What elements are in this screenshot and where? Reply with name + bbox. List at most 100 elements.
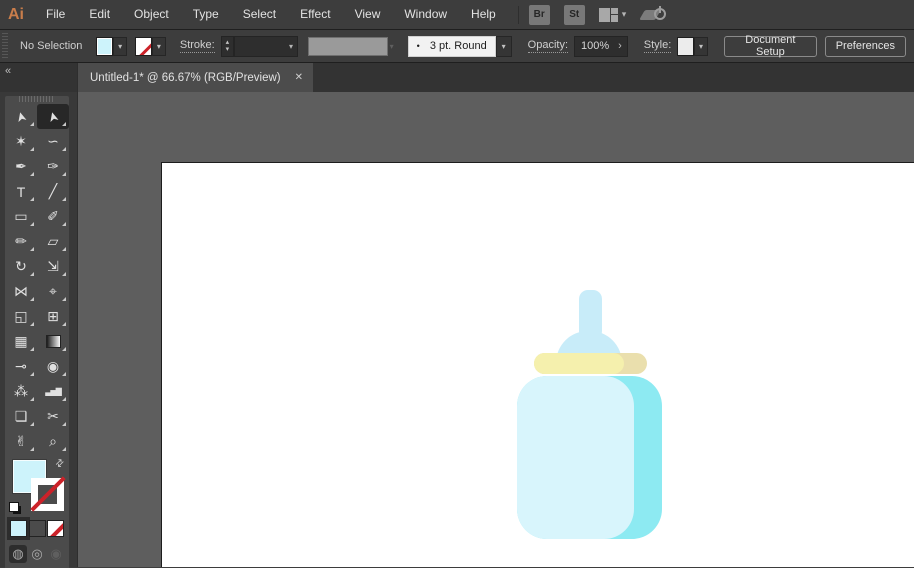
blend-tool[interactable]: ◉ [37,354,69,379]
artboard-tool[interactable]: ❏ [5,404,37,429]
stroke-indicator[interactable] [31,478,64,511]
panel-drag-grip[interactable] [19,96,55,102]
close-icon[interactable]: ✕ [295,72,303,83]
stroke-color-swatch[interactable] [135,36,152,56]
preferences-button[interactable]: Preferences [824,35,906,57]
chevron-down-icon: ▾ [698,41,703,51]
style-dropdown[interactable]: ▾ [693,36,709,56]
paintbrush-tool-icon: ✐ [47,208,59,224]
stroke-color-dropdown[interactable]: ▾ [151,36,166,56]
gradient-tool[interactable] [37,329,69,354]
menu-item-file[interactable]: File [34,0,77,29]
fill-color-dropdown[interactable]: ▾ [113,36,128,56]
mesh-tool[interactable]: ▦ [5,329,37,354]
stepper-down-icon[interactable]: ▾ [226,46,230,53]
symbol-sprayer-tool-icon: ⁂ [14,383,28,399]
stock-button[interactable]: St [563,4,585,25]
menu-item-select[interactable]: Select [231,0,288,29]
menu-item-object[interactable]: Object [122,0,181,29]
blend-tool-icon: ◉ [46,358,60,374]
scale-tool-icon: ⇲ [47,258,59,274]
tools-dock: « ➤ ➤ ✶ ∽ ✒ ✑ T ╱ ▭ ✐ ✏ ▱ ↻ ⇲ ⋈ ⌖ ◱ ⊞ ▦ ⊸ ◉ ⁂ ▃▅▇ ❏ ✂ ✌ ⌕ ⇄ ◍ ◎ ◉ [0,63,78,568]
workspace-switcher[interactable]: ▾ [598,7,626,22]
scale-tool[interactable]: ⇲ [37,254,69,279]
opacity-label[interactable]: Opacity: [527,39,569,53]
zoom-tool-icon: ⌕ [49,433,57,449]
mesh-tool-icon: ▦ [14,333,28,349]
sync-status-icon[interactable] [639,5,668,24]
selection-tool[interactable]: ➤ [37,104,69,129]
bridge-button[interactable]: Br [528,4,550,25]
gradient-button[interactable] [28,520,46,537]
opacity-field[interactable]: 100% › [574,35,628,57]
collapse-panel-button[interactable]: « [0,63,77,92]
type-tool-icon: T [16,183,26,200]
gradient-tool-icon [45,335,61,348]
rotate-tool[interactable]: ↻ [5,254,37,279]
shape-builder-tool[interactable]: ◱ [5,304,37,329]
menu-item-help[interactable]: Help [459,0,508,29]
none-button[interactable] [47,520,64,537]
draw-normal-mode-icon: ◍ [12,546,24,561]
pencil-tool[interactable]: ✏ [5,229,37,254]
document-setup-button[interactable]: Document Setup [724,34,817,58]
direct-selection-tool[interactable]: ➤ [5,104,37,129]
chevron-down-icon: ▾ [289,41,294,51]
color-button[interactable] [7,517,30,540]
symbol-sprayer-tool[interactable]: ⁂ [5,379,37,404]
document-tab[interactable]: Untitled-1* @ 66.67% (RGB/Preview) ✕ [78,63,314,92]
rotate-tool-icon: ↻ [15,258,27,274]
menu-items: File Edit Object Type Select Effect View Window… [34,0,508,29]
draw-normal-mode[interactable]: ◍ [9,545,27,563]
type-tool[interactable]: T [5,179,37,204]
pen-tool[interactable]: ✒ [5,154,37,179]
magic-wand-tool[interactable]: ✶ [5,129,37,154]
puppet-warp-tool[interactable]: ⌖ [37,279,69,304]
rectangle-tool[interactable]: ▭ [5,204,37,229]
stroke-weight-stepper[interactable]: ▴ ▾ [220,35,234,57]
menu-item-view[interactable]: View [343,0,393,29]
lasso-tool[interactable]: ∽ [37,129,69,154]
opacity-value: 100% [581,40,610,52]
width-tool[interactable]: ⋈ [5,279,37,304]
curvature-tool-icon: ✑ [47,158,59,174]
eyedropper-tool[interactable]: ⊸ [5,354,37,379]
artboard[interactable] [161,162,914,567]
stroke-label[interactable]: Stroke: [179,39,215,53]
canvas-area[interactable] [78,92,914,567]
menu-item-window[interactable]: Window [392,0,459,29]
hand-tool[interactable]: ✌ [5,429,37,454]
stepper-up-icon[interactable]: ▴ [226,39,230,46]
menu-item-effect[interactable]: Effect [288,0,342,29]
eraser-tool-icon: ▱ [47,233,59,249]
bottle-body-shape [517,376,634,539]
line-segment-tool[interactable]: ╱ [37,179,69,204]
zoom-tool[interactable]: ⌕ [37,429,69,454]
swap-fill-stroke-icon[interactable]: ⇄ [53,457,67,471]
slice-tool[interactable]: ✂ [37,404,69,429]
brush-definition-combo[interactable]: • 3 pt. Round ▾ [407,35,512,57]
menu-item-type[interactable]: Type [181,0,231,29]
eraser-tool[interactable]: ▱ [37,229,69,254]
menu-item-edit[interactable]: Edit [77,0,122,29]
column-graph-tool[interactable]: ▃▅▇ [37,379,69,404]
width-profile-dropdown [308,36,388,56]
hand-tool-icon: ✌ [15,433,27,449]
curvature-tool[interactable]: ✑ [37,154,69,179]
perspective-grid-tool[interactable]: ⊞ [37,304,69,329]
default-fill-stroke-icon[interactable] [9,502,21,514]
lasso-tool-icon: ∽ [47,133,59,149]
brush-definition-dropdown[interactable]: ▾ [495,35,512,57]
stroke-weight-dropdown[interactable]: ▾ [233,35,299,57]
brush-preview-dot: • [416,41,420,51]
style-label[interactable]: Style: [643,39,672,53]
tools-grid: ➤ ➤ ✶ ∽ ✒ ✑ T ╱ ▭ ✐ ✏ ▱ ↻ ⇲ ⋈ ⌖ ◱ ⊞ ▦ ⊸ ◉ ⁂ ▃▅▇ ❏ ✂ ✌ ⌕ [5,104,69,454]
panel-grip[interactable] [2,33,9,59]
perspective-grid-tool-icon: ⊞ [47,308,59,324]
brush-definition-value[interactable]: • 3 pt. Round [407,35,496,57]
draw-behind-mode[interactable]: ◎ [28,545,46,563]
paintbrush-tool[interactable]: ✐ [37,204,69,229]
drawing-mode-buttons: ◍ ◎ ◉ [5,537,69,563]
fill-color-swatch[interactable] [96,36,114,56]
style-swatch[interactable] [677,36,694,56]
